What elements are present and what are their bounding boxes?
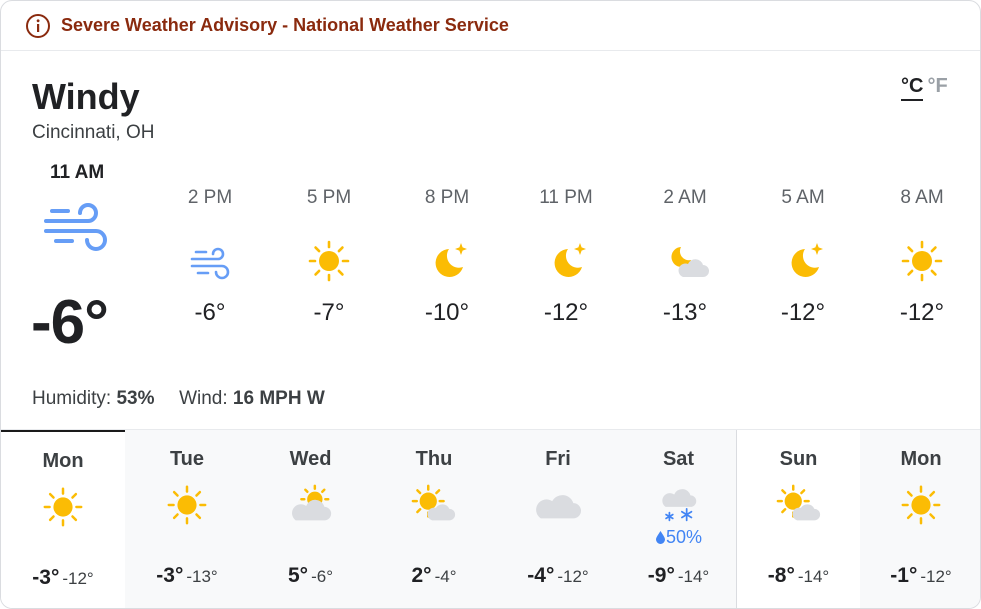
alert-text: Severe Weather Advisory - National Weath… [61,15,509,35]
sun-icon [901,240,943,282]
day-tab[interactable]: Wed 5° -6° [249,430,372,608]
low-temperature: -14° [797,567,830,586]
day-name: Thu [415,448,453,470]
day-tab[interactable]: Mon -3° -12° [1,430,125,608]
day-tab[interactable]: Mon -1° -12° [860,430,980,608]
day-tab[interactable]: Sat 50% -9° -14° [620,430,737,608]
hour-temperature: -12° [899,299,945,326]
day-temperatures: 5° -6° [249,564,372,588]
hour-time: 5 AM [781,187,825,208]
hourly-item[interactable]: 2 AM -13° [640,187,730,327]
day-tab[interactable]: Sun -8° -14° [737,430,860,608]
sun-cloud-icon [776,484,820,521]
current-temperature: -6° [31,288,109,357]
low-temperature: -6° [311,567,333,586]
current-details: Humidity: 53% Wind: 16 MPH W [32,388,325,410]
day-temperatures: -3° -13° [125,564,249,588]
hour-temperature: -13° [662,299,708,326]
humidity-value: 53% [116,388,155,409]
celsius-button[interactable]: °C [901,75,924,101]
day-name: Sun [779,448,818,470]
high-temperature: 5° [288,564,309,587]
wind-value: 16 MPH W [232,388,325,409]
weather-card: Severe Weather Advisory - National Weath… [0,0,981,609]
sun-icon [43,487,83,527]
hour-temperature: -12° [543,299,589,326]
humidity-label: Humidity: [32,388,112,409]
day-temperatures: -8° -14° [737,564,860,588]
moon-icon [554,243,586,277]
high-temperature: -9° [647,564,675,587]
high-temperature: -8° [767,564,795,587]
cloud-sun-icon [291,484,331,521]
hour-time: 2 AM [663,187,707,208]
sun-icon [308,240,350,282]
high-temperature: -1° [890,564,918,587]
raindrop-icon [655,531,665,544]
high-temperature: -3° [32,566,60,589]
hourly-item[interactable]: 8 PM -10° [402,187,492,327]
unit-toggle: °C °F [901,75,948,101]
day-tab[interactable]: Fri -4° -12° [496,430,620,608]
low-temperature: -12° [920,567,952,586]
high-temperature: -3° [156,564,184,587]
day-name: Sat [662,448,695,470]
hour-time: 2 PM [187,187,233,208]
sun-icon [167,485,207,525]
info-icon [26,13,50,38]
low-temperature: -14° [677,567,710,586]
moon-icon [791,243,823,277]
day-name: Tue [169,448,205,470]
wind-icon [190,247,230,280]
fahrenheit-button[interactable]: °F [927,75,947,101]
day-name: Wed [289,448,332,470]
day-name: Mon [42,450,84,472]
hour-temperature: -7° [313,299,345,326]
wind-icon [44,203,107,251]
high-temperature: 2° [411,564,432,587]
hourly-item[interactable]: 8 AM -12° [877,187,967,327]
hour-time: 11 PM [539,187,593,208]
day-tab[interactable]: Tue -3° -13° [125,430,249,608]
low-temperature: -13° [186,567,218,586]
hour-time: 8 PM [424,187,470,208]
cloud-icon [536,495,581,519]
current-time: 11 AM [50,162,105,183]
day-temperatures: -3° -12° [1,566,125,590]
sun-icon [901,485,941,525]
week-divider [736,430,737,608]
low-temperature: -12° [557,567,589,586]
sun-cloud-icon [411,484,456,521]
day-temperatures: 2° -4° [372,564,496,588]
day-name: Mon [900,448,942,470]
hourly-item[interactable]: 5 PM -7° [284,187,374,327]
location-label: Cincinnati, OH [32,122,155,143]
low-temperature: -12° [62,569,94,588]
hourly-item[interactable]: 11 PM -12° [521,187,611,327]
hour-temperature: -6° [194,299,226,326]
hourly-item[interactable]: 2 PM -6° [165,187,255,327]
hourly-item[interactable]: 5 AM -12° [758,187,848,327]
snow-icon [661,489,696,522]
day-tab[interactable]: Thu 2° -4° [372,430,496,608]
hour-temperature: -12° [780,299,826,326]
hour-time: 8 AM [900,187,944,208]
day-temperatures: -9° -14° [620,564,737,588]
low-temperature: -4° [434,567,457,586]
weather-alert-banner[interactable]: Severe Weather Advisory - National Weath… [1,1,980,51]
precipitation-chance: 50% [620,527,737,547]
high-temperature: -4° [527,564,555,587]
moon-cloud-icon [671,247,709,277]
moon-icon [435,243,467,277]
day-temperatures: -4° -12° [496,564,620,588]
daily-forecast: Mon -3° -12° Tue -3° -13° Wed 5° -6° Thu 2° -4° Fri -… [1,429,980,608]
day-temperatures: -1° -12° [860,564,980,588]
wind-label: Wind: [179,388,228,409]
day-name: Fri [545,448,571,470]
hour-time: 5 PM [306,187,352,208]
hour-temperature: -10° [424,299,470,326]
current-condition: Windy [32,76,140,117]
